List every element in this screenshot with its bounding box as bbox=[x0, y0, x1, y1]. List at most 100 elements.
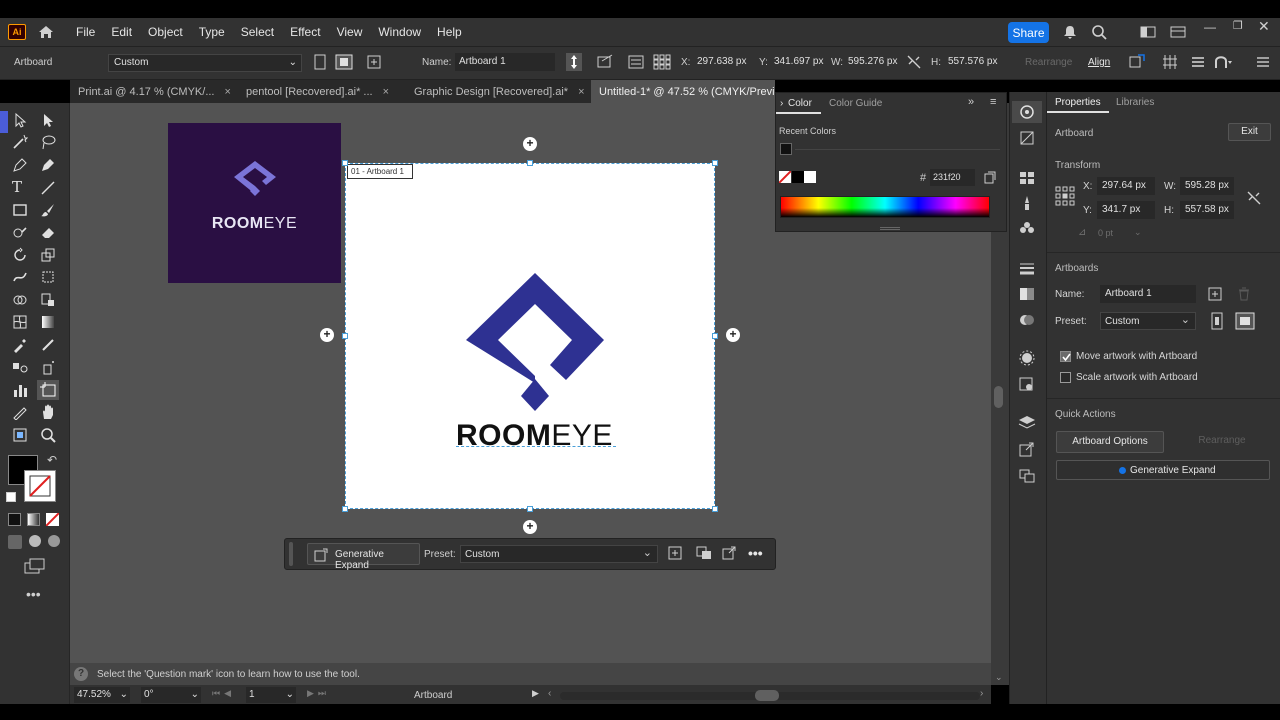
menu-window[interactable]: Window bbox=[378, 25, 421, 39]
menu-type[interactable]: Type bbox=[199, 25, 225, 39]
warp-tool-icon[interactable] bbox=[12, 269, 28, 285]
artboard-options-button[interactable]: Artboard Options bbox=[1056, 431, 1164, 453]
delete-artboard-icon[interactable] bbox=[1237, 287, 1251, 301]
symbols-panel-icon[interactable] bbox=[1018, 220, 1036, 236]
prop-h-input[interactable]: 557.58 px bbox=[1180, 201, 1234, 219]
move-icon[interactable] bbox=[566, 53, 582, 71]
color-mode-icon[interactable] bbox=[8, 513, 21, 526]
tab-properties[interactable]: Properties bbox=[1047, 92, 1109, 113]
menu-view[interactable]: View bbox=[337, 25, 363, 39]
shape-builder-icon[interactable] bbox=[12, 292, 28, 308]
prop-y-input[interactable]: 341.7 px bbox=[1097, 201, 1155, 219]
magnet-icon[interactable] bbox=[1213, 54, 1233, 70]
rotate-tool-icon[interactable] bbox=[12, 247, 28, 263]
properties-panel-icon[interactable] bbox=[1018, 104, 1036, 120]
portrait-icon[interactable] bbox=[313, 54, 327, 70]
constrain-proportions-icon[interactable] bbox=[1246, 190, 1262, 206]
handle-br[interactable] bbox=[712, 506, 718, 512]
angle-input[interactable]: 0 pt bbox=[1098, 228, 1113, 238]
appearance-panel-icon[interactable] bbox=[1018, 350, 1036, 366]
shaper-tool-icon[interactable] bbox=[12, 224, 28, 240]
handle-bc[interactable] bbox=[527, 506, 533, 512]
menu-icon[interactable] bbox=[1190, 54, 1206, 70]
menu-help[interactable]: Help bbox=[437, 25, 462, 39]
w-input[interactable]: 595.276 px bbox=[844, 53, 902, 71]
collapse-panel-icon[interactable]: » bbox=[968, 96, 974, 108]
close-icon[interactable]: ✕ bbox=[1258, 18, 1270, 35]
hand-tool-icon[interactable] bbox=[40, 404, 56, 420]
scale-tool-icon[interactable] bbox=[40, 247, 56, 263]
rectangle-tool-icon[interactable] bbox=[12, 202, 28, 218]
scroll-down-icon[interactable]: ⌄ bbox=[995, 672, 1003, 683]
handle-mr[interactable] bbox=[712, 333, 718, 339]
exit-button[interactable]: Exit bbox=[1228, 123, 1271, 141]
prop-landscape-icon[interactable] bbox=[1235, 312, 1255, 330]
prop-new-artboard-icon[interactable] bbox=[1208, 287, 1222, 301]
artboard-tool-icon[interactable] bbox=[37, 380, 59, 400]
move-artwork-checkbox[interactable] bbox=[1060, 351, 1071, 362]
mesh-tool-icon[interactable] bbox=[12, 314, 28, 330]
menu-edit[interactable]: Edit bbox=[111, 25, 132, 39]
menu-object[interactable]: Object bbox=[148, 25, 183, 39]
print-tiling-icon[interactable] bbox=[12, 427, 28, 443]
ctx-export-icon[interactable] bbox=[722, 546, 736, 560]
tab-color-guide[interactable]: Color Guide bbox=[829, 98, 882, 109]
menu-file[interactable]: File bbox=[76, 25, 95, 39]
swatches-panel-icon[interactable] bbox=[1018, 170, 1036, 186]
artboard-name-input[interactable]: Artboard 1 bbox=[455, 53, 555, 71]
curvature-tool-icon[interactable] bbox=[40, 157, 56, 173]
brushes-panel-icon[interactable] bbox=[1018, 195, 1036, 211]
scroll-left-icon[interactable]: ‹ bbox=[548, 688, 551, 699]
prop-portrait-icon[interactable] bbox=[1210, 312, 1224, 330]
prop-artboard-name-input[interactable]: Artboard 1 bbox=[1100, 285, 1196, 303]
search-icon[interactable] bbox=[1091, 24, 1107, 40]
handle-tl[interactable] bbox=[342, 160, 348, 166]
zoom-tool-icon[interactable] bbox=[40, 427, 56, 443]
stroke-panel-icon[interactable] bbox=[1018, 260, 1036, 276]
layers-panel-icon[interactable] bbox=[1018, 415, 1036, 431]
close-icon[interactable]: × bbox=[578, 86, 584, 98]
handle-tc[interactable] bbox=[527, 160, 533, 166]
draw-behind-icon[interactable] bbox=[29, 535, 41, 547]
rotation-input[interactable]: 0° ⌄ bbox=[141, 687, 201, 703]
transparency-panel-icon[interactable] bbox=[1018, 312, 1036, 328]
ctx-more-icon[interactable]: ••• bbox=[748, 545, 763, 561]
add-artboard-left-icon[interactable]: + bbox=[320, 328, 334, 342]
artboards-panel-icon[interactable] bbox=[1018, 468, 1036, 484]
artboard-nav-prev-icon[interactable]: ⏮◀ bbox=[212, 688, 235, 699]
add-artboard-top-icon[interactable]: + bbox=[523, 137, 537, 151]
landscape-icon[interactable] bbox=[335, 54, 353, 70]
screen-mode-icon[interactable] bbox=[24, 558, 46, 574]
align-button[interactable]: Align bbox=[1088, 57, 1110, 68]
graphic-styles-icon[interactable] bbox=[1018, 376, 1036, 392]
none-swatch-icon[interactable] bbox=[779, 171, 791, 183]
color-spectrum[interactable] bbox=[780, 196, 990, 218]
artboard-label[interactable]: 01 - Artboard 1 bbox=[347, 164, 413, 179]
question-mark-icon[interactable]: ? bbox=[74, 667, 88, 681]
measure-tool-icon[interactable] bbox=[40, 337, 56, 353]
arrange-docs-icon[interactable] bbox=[1170, 24, 1186, 40]
none-mode-icon[interactable] bbox=[46, 513, 59, 526]
tab-libraries[interactable]: Libraries bbox=[1116, 97, 1154, 108]
tab-graphic-design[interactable]: Graphic Design [Recovered].ai* × bbox=[406, 80, 591, 103]
scroll-right-icon[interactable]: › bbox=[980, 688, 983, 699]
tab-print[interactable]: Print.ai @ 4.17 % (CMYK/... × bbox=[70, 80, 238, 103]
eraser-icon[interactable] bbox=[40, 224, 56, 240]
reference-point-icon[interactable] bbox=[1055, 186, 1075, 206]
preset-dropdown[interactable]: Custom ⌄ bbox=[108, 54, 302, 72]
zoom-input[interactable]: 47.52% ⌄ bbox=[74, 687, 130, 703]
handle-tr[interactable] bbox=[712, 160, 718, 166]
line-tool-icon[interactable] bbox=[40, 180, 56, 196]
gradient-tool-icon[interactable] bbox=[40, 314, 56, 330]
generative-expand-button[interactable]: Generative Expand bbox=[307, 543, 420, 571]
artboard-options-icon[interactable] bbox=[597, 54, 613, 70]
selection-tool-icon[interactable] bbox=[12, 112, 28, 128]
gradient-panel-icon[interactable] bbox=[1018, 286, 1036, 302]
vertical-scroll-thumb[interactable] bbox=[994, 386, 1003, 408]
reference-point-icon[interactable] bbox=[653, 54, 671, 70]
generative-expand-prop-button[interactable]: Generative Expand bbox=[1056, 460, 1270, 480]
list-icon[interactable] bbox=[628, 54, 644, 70]
menu-select[interactable]: Select bbox=[241, 25, 274, 39]
tab-pentool[interactable]: pentool [Recovered].ai* ... × bbox=[238, 80, 406, 103]
drag-handle[interactable] bbox=[289, 542, 293, 566]
